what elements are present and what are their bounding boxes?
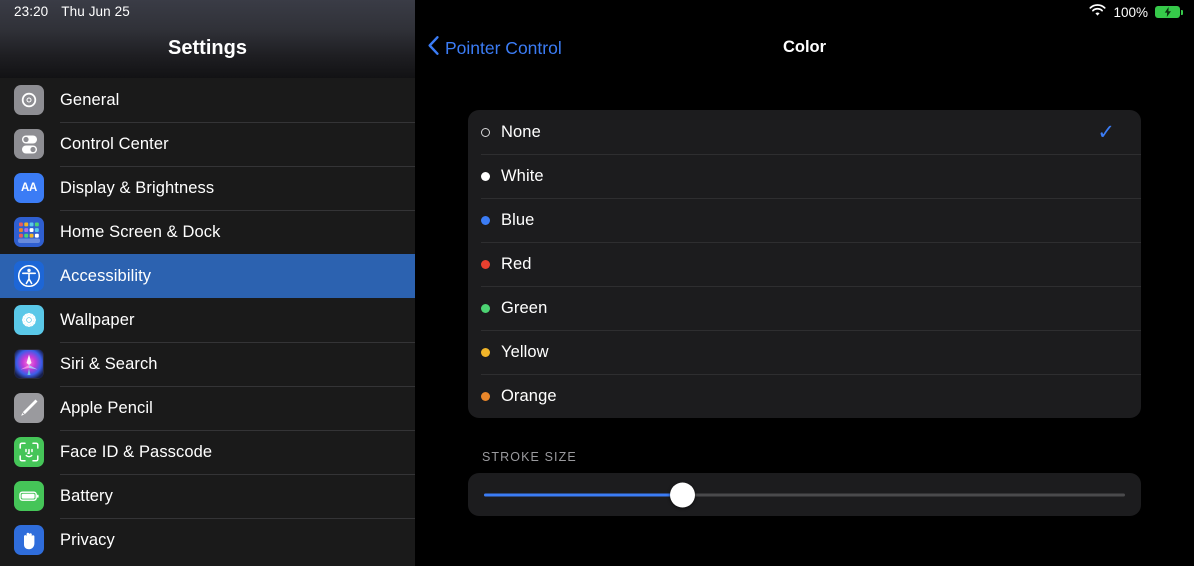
sidebar-item-label: Accessibility [60,266,152,285]
sidebar-item-control-center[interactable]: Control Center [0,122,415,166]
slider-thumb[interactable] [670,482,696,507]
sidebar-item-label: Home Screen & Dock [60,222,221,241]
color-option-green[interactable]: Green [468,286,1141,330]
sidebar-header: 23:20 Thu Jun 25 Settings [0,0,415,78]
slider-fill [484,493,683,496]
aa-text-icon: AA [14,173,44,203]
color-option-red[interactable]: Red [468,242,1141,286]
ipad-settings-screen: 23:20 Thu Jun 25 Settings General Control… [0,0,1194,566]
sidebar-item-list: General Control Center AA Display & Brightn… [0,78,415,562]
hand-icon [14,525,44,555]
color-swatch-red-icon [481,259,490,269]
sidebar-item-label: Wallpaper [60,310,135,329]
status-bar-left: 23:20 Thu Jun 25 [14,4,130,19]
stroke-size-panel [468,473,1141,516]
siri-icon [14,349,44,379]
color-option-label: Green [501,298,548,317]
color-option-none[interactable]: None ✓ [468,110,1141,154]
sidebar-item-battery[interactable]: Battery [0,474,415,518]
color-option-blue[interactable]: Blue [468,198,1141,242]
toggles-icon [14,129,44,159]
color-option-label: Blue [501,210,535,229]
flower-icon [14,305,44,335]
sidebar-item-privacy[interactable]: Privacy [0,518,415,562]
navigation-bar: Pointer Control Color [415,0,1194,78]
sidebar-item-label: Display & Brightness [60,178,215,197]
gear-icon [14,85,44,115]
stroke-size-header: STROKE SIZE [482,450,577,464]
color-option-label: Orange [501,386,557,405]
battery-icon [14,481,44,511]
color-option-yellow[interactable]: Yellow [468,330,1141,374]
face-id-icon [14,437,44,467]
sidebar-item-label: Face ID & Passcode [60,442,213,461]
color-options-panel: None ✓ White Blue Red Green Yellow Orange [468,110,1141,418]
sidebar-item-label: Siri & Search [60,354,158,373]
color-swatch-none-icon [481,127,490,137]
color-option-white[interactable]: White [468,154,1141,198]
sidebar-item-accessibility[interactable]: Accessibility [0,254,415,298]
color-option-label: Yellow [501,342,549,361]
pencil-icon [14,393,44,423]
checkmark-icon: ✓ [1097,120,1115,144]
sidebar-item-home-screen-dock[interactable]: Home Screen & Dock [0,210,415,254]
back-button[interactable]: Pointer Control [428,36,562,60]
status-date: Thu Jun 25 [61,4,130,19]
settings-sidebar: 23:20 Thu Jun 25 Settings General Control… [0,0,415,566]
sidebar-item-face-id-passcode[interactable]: Face ID & Passcode [0,430,415,474]
color-swatch-white-icon [481,171,490,181]
page-title: Settings [168,37,247,59]
color-swatch-green-icon [481,303,490,313]
sidebar-item-label: General [60,90,120,109]
back-button-label: Pointer Control [445,37,562,58]
detail-pane: 100% Pointer Control Color None ✓ White Blu… [415,0,1194,566]
app-grid-icon [14,217,44,247]
sidebar-item-label: Apple Pencil [60,398,153,417]
sidebar-item-label: Privacy [60,530,115,549]
color-swatch-orange-icon [481,391,490,401]
sidebar-item-label: Control Center [60,134,169,153]
sidebar-item-label: Battery [60,486,113,505]
color-option-orange[interactable]: Orange [468,374,1141,418]
accessibility-icon [14,261,44,291]
sidebar-item-siri-search[interactable]: Siri & Search [0,342,415,386]
sidebar-item-wallpaper[interactable]: Wallpaper [0,298,415,342]
color-option-label: None [501,122,541,141]
status-time: 23:20 [14,4,49,19]
color-option-label: White [501,166,544,185]
chevron-left-icon [428,36,439,60]
color-option-label: Red [501,254,532,273]
color-swatch-yellow-icon [481,347,490,357]
color-swatch-blue-icon [481,215,490,225]
sidebar-item-display-brightness[interactable]: AA Display & Brightness [0,166,415,210]
sidebar-item-apple-pencil[interactable]: Apple Pencil [0,386,415,430]
stroke-size-slider[interactable] [484,473,1125,516]
sidebar-item-general[interactable]: General [0,78,415,122]
